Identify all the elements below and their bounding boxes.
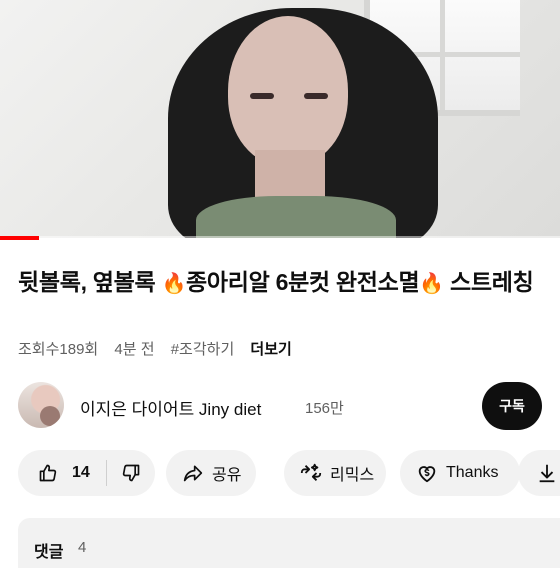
share-button[interactable]: 공유	[166, 450, 256, 496]
like-count: 14	[72, 464, 90, 481]
video-person-eye	[250, 93, 274, 99]
title-text: 종아리알 6분컷 완전소멸	[186, 269, 420, 295]
remix-icon	[300, 463, 322, 481]
video-person-shirt	[196, 196, 396, 238]
hashtag[interactable]: #조각하기	[171, 341, 235, 358]
channel-row[interactable]: 이지은 다이어트 Jiny diet 156만 구독	[18, 380, 542, 432]
title-text: 스트레칭	[450, 269, 534, 295]
video-person-face	[228, 16, 348, 166]
thanks-button[interactable]: Thanks	[400, 450, 520, 496]
channel-name[interactable]: 이지은 다이어트 Jiny diet	[80, 395, 261, 420]
thumbs-down-icon	[122, 464, 140, 482]
thanks-heart-dollar-icon	[418, 466, 436, 483]
fire-icon: 🔥	[161, 273, 187, 295]
remix-label: 리믹스	[330, 467, 375, 484]
dislike-button[interactable]	[107, 450, 141, 496]
remix-button[interactable]: 리믹스	[284, 450, 386, 496]
share-label: 공유	[212, 467, 242, 484]
upload-age: 4분 전	[114, 341, 155, 358]
video-title[interactable]: 뒷볼록, 옆볼록 🔥종아리알 6분컷 완전소멸🔥 스트레칭	[18, 266, 538, 300]
subscriber-count: 156만	[305, 400, 344, 417]
thumbs-up-icon	[39, 464, 57, 482]
thanks-label: Thanks	[446, 464, 499, 481]
download-icon	[539, 464, 555, 483]
comments-label: 댓글	[34, 544, 64, 561]
video-meta[interactable]: 조회수189회 4분 전 #조각하기 더보기	[18, 338, 304, 359]
like-dislike-pill: 14	[18, 450, 155, 496]
fire-icon: 🔥	[419, 273, 444, 295]
view-count: 조회수189회	[18, 341, 99, 358]
like-button[interactable]: 14	[18, 450, 90, 496]
comments-count: 4	[78, 539, 87, 556]
download-button[interactable]	[518, 450, 560, 496]
video-player[interactable]	[0, 0, 560, 238]
avatar[interactable]	[18, 382, 64, 428]
video-person-eye	[304, 93, 328, 99]
title-text: 뒷볼록, 옆볼록	[18, 269, 156, 295]
comments-section[interactable]: 댓글 4	[18, 518, 560, 568]
subscribe-button[interactable]: 구독	[482, 382, 542, 430]
share-icon	[183, 465, 203, 482]
more-button[interactable]: 더보기	[250, 341, 291, 358]
